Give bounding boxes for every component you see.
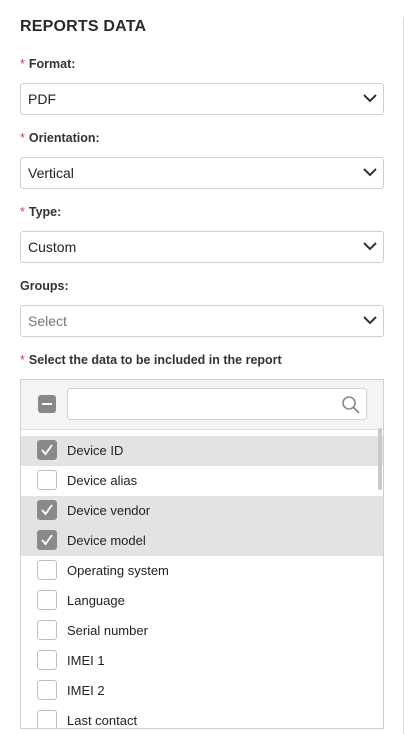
- item-label: Device vendor: [67, 503, 151, 518]
- list-scrollbar[interactable]: [378, 428, 382, 490]
- item-checkbox[interactable]: [37, 710, 57, 728]
- deselect-all-checkbox[interactable]: [38, 395, 56, 413]
- item-label: Device ID: [67, 443, 124, 458]
- checkmark-icon: [41, 504, 53, 516]
- item-label: Operating system: [67, 563, 169, 578]
- required-marker: *: [20, 131, 25, 145]
- data-selection-label: * Select the data to be included in the r…: [20, 353, 282, 367]
- search-input[interactable]: [67, 388, 367, 420]
- type-select[interactable]: Custom: [20, 231, 384, 263]
- item-checkbox[interactable]: [37, 620, 57, 640]
- groups-placeholder: Select: [28, 313, 67, 329]
- item-checkbox[interactable]: [37, 650, 57, 670]
- list-item[interactable]: Language: [21, 586, 383, 616]
- orientation-select[interactable]: Vertical: [20, 157, 384, 189]
- search-icon: [342, 396, 360, 414]
- item-label: Serial number: [67, 623, 148, 638]
- item-label: Language: [67, 593, 125, 608]
- panel-divider: [403, 18, 404, 734]
- format-value: PDF: [28, 91, 56, 107]
- required-marker: *: [20, 205, 25, 219]
- list-item[interactable]: Operating system: [21, 556, 383, 586]
- list-item[interactable]: Device vendor: [21, 496, 383, 526]
- list-item[interactable]: Last contact: [21, 706, 383, 728]
- data-items: Device ID Device alias Device vendor Device…: [21, 436, 383, 728]
- orientation-label: * Orientation:: [20, 131, 100, 145]
- item-checkbox[interactable]: [37, 590, 57, 610]
- type-value: Custom: [28, 239, 77, 255]
- groups-label: Groups:: [20, 279, 69, 293]
- list-item[interactable]: Serial number: [21, 616, 383, 646]
- checkmark-icon: [41, 534, 53, 546]
- chevron-down-icon: [363, 94, 377, 103]
- list-item[interactable]: IMEI 1: [21, 646, 383, 676]
- item-checkbox[interactable]: [37, 680, 57, 700]
- groups-select[interactable]: Select: [20, 305, 384, 337]
- item-label: IMEI 1: [67, 653, 105, 668]
- item-label: Last contact: [67, 713, 138, 728]
- item-label: Device model: [67, 533, 146, 548]
- required-marker: *: [20, 353, 25, 367]
- item-checkbox[interactable]: [37, 500, 57, 520]
- item-checkbox[interactable]: [37, 560, 57, 580]
- required-marker: *: [20, 57, 25, 71]
- item-checkbox[interactable]: [37, 470, 57, 490]
- item-label: Device alias: [67, 473, 138, 488]
- list-item[interactable]: Device model: [21, 526, 383, 556]
- chevron-down-icon: [363, 316, 377, 325]
- item-checkbox[interactable]: [37, 530, 57, 550]
- checkmark-icon: [41, 444, 53, 456]
- list-header: [21, 380, 383, 430]
- list-item[interactable]: Device ID: [21, 436, 383, 466]
- format-label: * Format:: [20, 57, 76, 71]
- chevron-down-icon: [363, 242, 377, 251]
- format-select[interactable]: PDF: [20, 83, 384, 115]
- list-item[interactable]: Device alias: [21, 466, 383, 496]
- list-item[interactable]: IMEI 2: [21, 676, 383, 706]
- item-checkbox[interactable]: [37, 440, 57, 460]
- section-title: REPORTS DATA: [20, 18, 147, 35]
- chevron-down-icon: [363, 168, 377, 177]
- orientation-value: Vertical: [28, 165, 74, 181]
- data-selection-list: Device ID Device alias Device vendor Device…: [20, 379, 384, 729]
- type-label: * Type:: [20, 205, 62, 219]
- item-label: IMEI 2: [67, 683, 105, 698]
